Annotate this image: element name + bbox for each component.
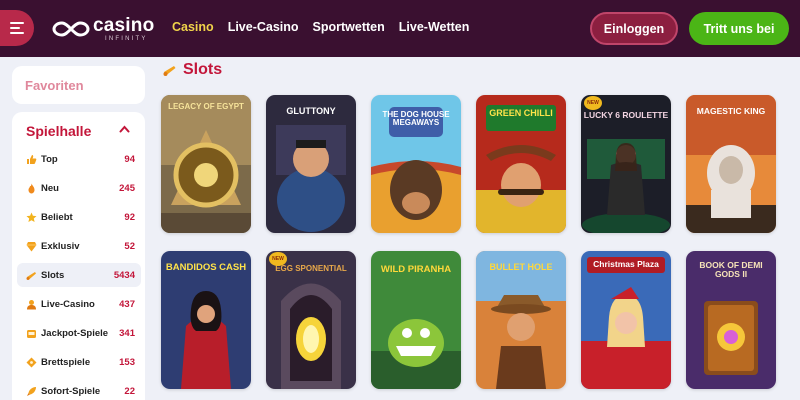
favorites-button[interactable]: Favoriten	[12, 66, 145, 104]
game-card[interactable]: Christmas Plaza	[581, 251, 671, 389]
login-button[interactable]: Einloggen	[590, 12, 678, 45]
nav-live-wetten[interactable]: Live-Wetten	[399, 20, 470, 34]
nav-casino[interactable]: Casino	[172, 20, 214, 34]
game-card[interactable]: LUCKY 6 ROULETTE NEW	[581, 95, 671, 233]
thumbs-up-icon	[25, 153, 37, 165]
game-title: GLUTTONY	[286, 106, 336, 116]
section-title: Slots	[183, 61, 223, 78]
category-new[interactable]: Neu 245	[17, 176, 141, 200]
game-card[interactable]: MAGESTIC KING	[686, 95, 776, 233]
category-label: Sofort-Spiele	[41, 385, 101, 397]
game-card[interactable]: BULLET HOLE	[476, 251, 566, 389]
category-popular[interactable]: Beliebt 92	[17, 205, 141, 229]
game-card[interactable]: EGG SPONENTIAL NEW	[266, 251, 356, 389]
category-slots[interactable]: Slots 5434	[17, 263, 141, 287]
category-count: 94	[124, 153, 135, 165]
category-label: Neu	[41, 182, 59, 194]
category-label: Live-Casino	[41, 298, 95, 310]
category-live-casino[interactable]: Live-Casino 437	[17, 292, 141, 316]
category-count: 22	[124, 385, 135, 397]
register-button[interactable]: Tritt uns bei	[689, 12, 789, 45]
game-title: THE DOG HOUSE MEGAWAYS	[382, 110, 450, 127]
category-label: Top	[41, 153, 58, 165]
game-title: GREEN CHILLI	[489, 108, 553, 118]
board-icon	[25, 356, 37, 368]
category-label: Beliebt	[41, 211, 73, 223]
nav-live-casino[interactable]: Live-Casino	[228, 20, 299, 34]
main-nav: Casino Live-Casino Sportwetten Live-Wett…	[172, 20, 469, 34]
game-title: LEGACY OF EGYPT	[168, 102, 244, 111]
gem-icon	[25, 240, 37, 252]
game-title: Christmas Plaza	[593, 259, 659, 269]
flame-icon	[25, 182, 37, 194]
menu-button[interactable]	[0, 10, 34, 46]
category-count: 245	[119, 182, 135, 194]
category-instant-games[interactable]: Sofort-Spiele 22	[17, 379, 141, 400]
category-count: 5434	[113, 269, 135, 281]
slot-horn-icon	[163, 65, 176, 76]
category-count: 437	[119, 298, 135, 310]
section-heading: Slots	[163, 61, 222, 79]
category-count: 52	[124, 240, 135, 252]
category-label: Exklusiv	[41, 240, 80, 252]
nav-sportwetten[interactable]: Sportwetten	[313, 20, 385, 34]
category-exclusive[interactable]: Exklusiv 52	[17, 234, 141, 258]
new-badge: NEW	[269, 252, 287, 266]
chevron-up-icon[interactable]	[119, 125, 130, 133]
category-label: Slots	[41, 269, 65, 281]
game-hall-panel: Spielhalle Top 94 Neu 245 Beliebt 92 Exk…	[12, 112, 145, 400]
site-logo[interactable]: casino INFINITY	[52, 14, 154, 44]
category-jackpot[interactable]: Jackpot-Spiele 341	[17, 321, 141, 345]
slot-horn-icon	[25, 269, 37, 281]
game-artwork	[161, 95, 251, 233]
game-card[interactable]: WILD PIRANHA	[371, 251, 461, 389]
logo-subword: INFINITY	[105, 36, 148, 42]
game-card[interactable]: LEGACY OF EGYPT	[161, 95, 251, 233]
category-top[interactable]: Top 94	[17, 147, 141, 171]
game-hall-heading[interactable]: Spielhalle	[26, 123, 91, 139]
jackpot-icon	[25, 327, 37, 339]
game-title: MAGESTIC KING	[696, 106, 766, 116]
category-label: Jackpot-Spiele	[41, 327, 109, 339]
category-label: Brettspiele	[41, 356, 91, 368]
hamburger-icon	[10, 22, 24, 34]
game-card[interactable]: GLUTTONY	[266, 95, 356, 233]
game-card[interactable]: BANDIDOS CASH	[161, 251, 251, 389]
game-title: EGG SPONENTIAL	[275, 264, 347, 273]
star-icon	[25, 211, 37, 223]
game-title: BULLET HOLE	[489, 262, 553, 272]
game-card[interactable]: GREEN CHILLI	[476, 95, 566, 233]
game-card[interactable]: THE DOG HOUSE MEGAWAYS	[371, 95, 461, 233]
logo-word: casino	[93, 15, 155, 36]
game-title: WILD PIRANHA	[380, 264, 452, 275]
new-badge: NEW	[584, 96, 602, 110]
category-count: 92	[124, 211, 135, 223]
game-card[interactable]: BOOK OF DEMI GODS II	[686, 251, 776, 389]
croupier-icon	[25, 298, 37, 310]
top-header: casino INFINITY Casino Live-Casino Sport…	[0, 0, 800, 57]
rocket-icon	[25, 385, 37, 397]
category-count: 341	[119, 327, 135, 339]
game-title: BANDIDOS CASH	[165, 262, 247, 273]
category-count: 153	[119, 356, 135, 368]
infinity-logo-icon	[52, 21, 90, 37]
category-board-games[interactable]: Brettspiele 153	[17, 350, 141, 374]
game-title: LUCKY 6 ROULETTE	[583, 110, 669, 120]
game-title: BOOK OF DEMI GODS II	[699, 260, 763, 279]
